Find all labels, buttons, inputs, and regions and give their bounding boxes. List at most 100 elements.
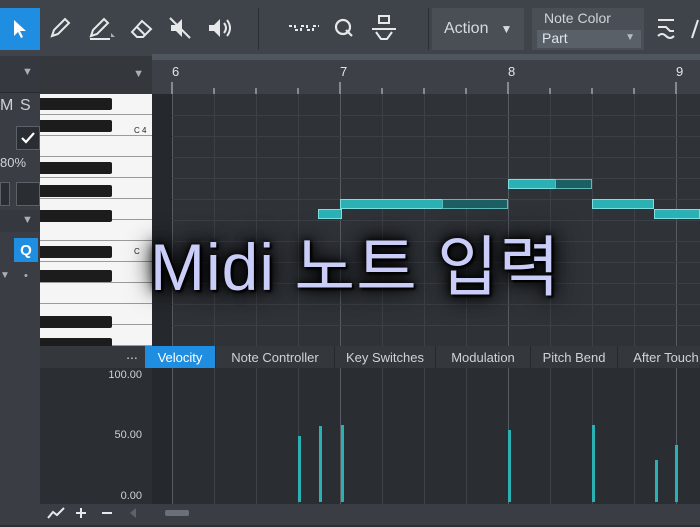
note-color-label: Note Color	[544, 10, 611, 26]
eraser-icon	[130, 19, 153, 38]
quantize-button[interactable]	[326, 8, 362, 48]
velocity-bar[interactable]	[655, 460, 658, 502]
mute-button[interactable]: M	[0, 97, 13, 115]
more-tools-button[interactable]	[690, 14, 700, 49]
quantize-step-button[interactable]	[284, 8, 324, 48]
chevron-down-icon: ▼	[625, 32, 635, 43]
chevron-down-icon[interactable]: ▼	[133, 68, 144, 80]
quantize-toggle[interactable]: Q	[14, 238, 38, 262]
midi-note[interactable]	[592, 199, 654, 209]
pencil-tool-button[interactable]	[42, 8, 78, 48]
mute-tool-button[interactable]	[162, 8, 198, 48]
step-wave-icon	[289, 25, 319, 31]
beat-line	[424, 368, 425, 504]
white-key[interactable]	[40, 283, 152, 304]
piano-keyboard[interactable]: C 4 C	[40, 94, 152, 346]
layout-button[interactable]	[654, 14, 678, 49]
overlay-caption: Midi 노트 입력	[150, 230, 561, 304]
toolbar-divider	[258, 8, 259, 50]
ruler-ticks	[171, 82, 677, 94]
midi-note[interactable]	[442, 199, 508, 209]
velocity-bar[interactable]	[675, 445, 678, 502]
paint-tool-button[interactable]	[84, 8, 120, 48]
black-key[interactable]	[40, 246, 112, 258]
zoom-percent[interactable]: 80%	[0, 155, 26, 170]
velocity-left-strip	[152, 368, 172, 504]
action-menu-button[interactable]: Action ▼	[432, 8, 524, 50]
velocity-axis-panel: 100.00 50.00 0.00	[40, 368, 152, 504]
chevron-down-icon[interactable]: ▼	[0, 270, 10, 281]
toggle-box[interactable]	[0, 182, 10, 206]
velocity-axis-label: 100.00	[108, 369, 142, 381]
plus-icon[interactable]	[74, 504, 88, 527]
ruler-scrollbar[interactable]	[152, 54, 700, 60]
chevron-down-icon[interactable]: ▼	[22, 214, 33, 226]
arrow-tool-button[interactable]	[0, 8, 40, 50]
velocity-bar[interactable]	[508, 430, 511, 502]
black-key[interactable]	[40, 185, 112, 197]
black-key[interactable]	[40, 162, 112, 174]
tab-pitch-bend[interactable]: Pitch Bend	[531, 346, 618, 368]
check-icon	[21, 132, 35, 144]
printer-icon	[372, 15, 396, 40]
left-panel-section-header: ▼	[0, 210, 40, 232]
dot-indicator: •	[24, 270, 28, 282]
partial-tool-icon	[691, 19, 699, 39]
toggle-box[interactable]	[16, 182, 40, 206]
black-key[interactable]	[40, 338, 112, 346]
velocity-lane[interactable]	[152, 368, 700, 504]
velocity-bar[interactable]	[298, 436, 301, 502]
solo-button[interactable]: S	[20, 97, 31, 115]
midi-note[interactable]	[555, 179, 592, 189]
row-line	[152, 157, 700, 158]
bar-line	[172, 368, 173, 504]
white-key[interactable]	[40, 136, 152, 157]
black-key[interactable]	[40, 98, 112, 110]
paint-pencil-icon	[89, 17, 115, 40]
speaker-icon	[209, 19, 231, 37]
white-key[interactable]	[40, 220, 152, 241]
print-button[interactable]	[364, 8, 404, 48]
horizontal-scrollbar[interactable]	[165, 510, 189, 516]
black-key[interactable]	[40, 316, 112, 328]
minus-icon[interactable]	[100, 504, 114, 527]
toolbar-divider	[428, 8, 429, 50]
row-line	[152, 115, 700, 116]
scroll-left-icon[interactable]	[128, 504, 138, 527]
eraser-tool-button[interactable]	[124, 8, 160, 48]
beat-line	[550, 368, 551, 504]
q-icon	[334, 18, 353, 37]
black-key[interactable]	[40, 210, 112, 222]
tab-after-touch[interactable]: After Touch	[618, 346, 700, 368]
action-label: Action	[444, 20, 489, 37]
more-lanes-button[interactable]: ...	[120, 346, 144, 368]
enable-checkbox[interactable]	[16, 126, 40, 150]
midi-note[interactable]	[654, 209, 700, 219]
beat-line	[256, 368, 257, 504]
row-line	[152, 178, 700, 179]
velocity-bar[interactable]	[592, 425, 595, 502]
beat-line	[382, 368, 383, 504]
timeline-ruler[interactable]: 6 7 8 9	[152, 56, 700, 95]
black-key[interactable]	[40, 270, 112, 282]
tab-modulation[interactable]: Modulation	[436, 346, 531, 368]
velocity-axis-label: 0.00	[120, 490, 142, 502]
velocity-bar[interactable]	[319, 426, 322, 502]
note-color-value: Part	[542, 30, 568, 46]
velocity-bar[interactable]	[341, 425, 344, 502]
left-panel-header: ▼	[0, 56, 40, 93]
line-chart-icon[interactable]	[46, 504, 66, 527]
note-color-select[interactable]: Part ▼	[537, 30, 641, 48]
beat-line	[634, 368, 635, 504]
listen-tool-button[interactable]	[202, 8, 238, 48]
pencil-icon	[50, 17, 71, 38]
tab-key-switches[interactable]: Key Switches	[335, 346, 436, 368]
beat-line	[466, 368, 467, 504]
velocity-axis-label: 50.00	[114, 429, 142, 441]
key-label: C 4	[134, 126, 147, 135]
tab-note-controller[interactable]: Note Controller	[216, 346, 335, 368]
tab-velocity[interactable]: Velocity	[145, 346, 216, 368]
mute-speaker-icon	[169, 17, 191, 39]
chevron-down-icon[interactable]: ▼	[22, 66, 33, 78]
black-key[interactable]	[40, 120, 112, 132]
